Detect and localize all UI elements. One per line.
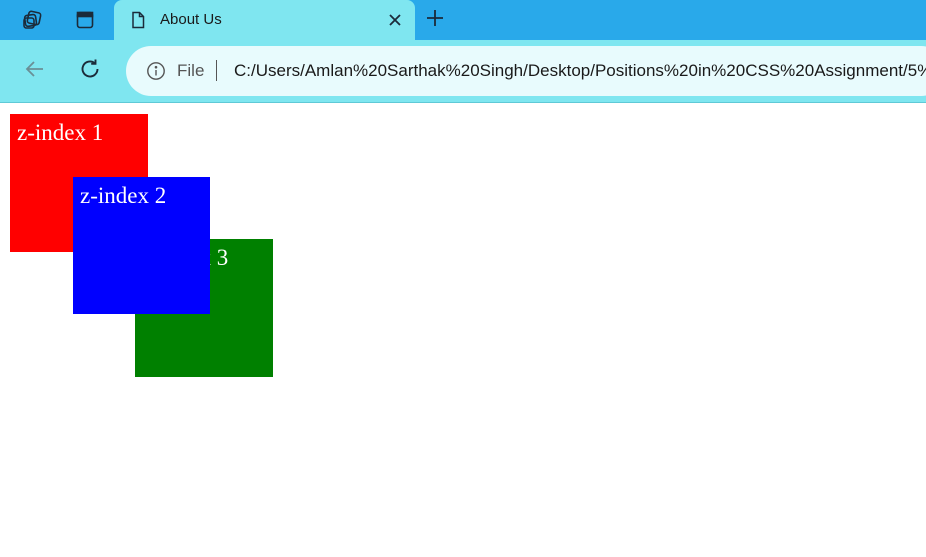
page-viewport: z-index 1 z-index 3 z-index 2	[0, 103, 926, 557]
back-button[interactable]	[17, 53, 53, 89]
toolbar: File C:/Users/Amlan%20Sarthak%20Singh/De…	[0, 40, 926, 103]
z-index-2-box: z-index 2	[73, 177, 210, 314]
url-text[interactable]: C:/Users/Amlan%20Sarthak%20Singh/Desktop…	[234, 61, 926, 81]
new-tab-button[interactable]	[418, 4, 452, 36]
page-icon	[128, 10, 148, 30]
tab-about-us[interactable]: About Us	[114, 0, 415, 40]
back-arrow-icon	[23, 57, 47, 86]
refresh-icon	[78, 57, 102, 86]
box-label: z-index 1	[17, 120, 104, 145]
address-bar[interactable]: File C:/Users/Amlan%20Sarthak%20Singh/De…	[126, 46, 926, 96]
workspaces-button[interactable]	[13, 4, 51, 36]
address-separator	[216, 60, 217, 81]
workspaces-icon	[21, 9, 43, 31]
browser-window: About Us File C:/Users/Amlan%20Sarthak%2…	[0, 0, 926, 557]
refresh-button[interactable]	[72, 53, 108, 89]
plus-icon	[425, 8, 445, 33]
file-scheme-label: File	[177, 61, 205, 80]
tab-title: About Us	[160, 11, 222, 28]
info-icon[interactable]	[146, 61, 166, 81]
tab-actions-button[interactable]	[66, 4, 104, 36]
close-icon[interactable]	[385, 10, 405, 30]
tab-strip: About Us	[0, 0, 926, 40]
box-label: z-index 2	[80, 183, 167, 208]
tab-actions-icon	[75, 10, 95, 30]
